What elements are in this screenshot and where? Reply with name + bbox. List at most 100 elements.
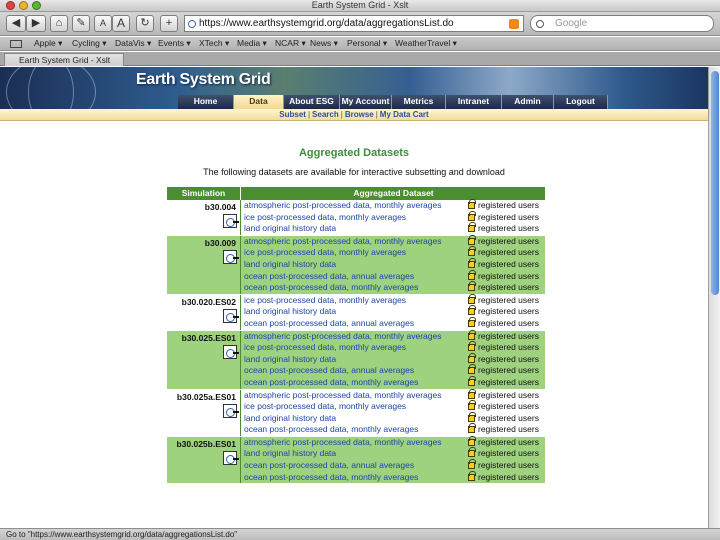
access-level: registered users: [478, 294, 539, 305]
nav-logout[interactable]: Logout: [554, 95, 608, 109]
lock-icon: [468, 281, 476, 292]
subnav-browse[interactable]: Browse: [345, 110, 374, 119]
access-level: registered users: [478, 401, 539, 412]
bookmark-news[interactable]: News ▾: [310, 37, 338, 50]
dataset-link[interactable]: ocean post-processed data, annual averag…: [244, 318, 414, 330]
dataset-link[interactable]: atmospheric post-processed data, monthly…: [244, 236, 442, 248]
bookmark-media[interactable]: Media ▾: [237, 37, 267, 50]
dataset-link[interactable]: ocean post-processed data, monthly avera…: [244, 472, 418, 484]
dataset-link[interactable]: ocean post-processed data, monthly avera…: [244, 282, 418, 294]
dataset-link[interactable]: ocean post-processed data, monthly avera…: [244, 424, 418, 436]
lock-icon: [468, 293, 476, 304]
access-level: registered users: [478, 471, 539, 482]
nav-intranet[interactable]: Intranet: [446, 95, 502, 109]
subnav-search[interactable]: Search: [312, 110, 339, 119]
dataset-link[interactable]: atmospheric post-processed data, monthly…: [244, 200, 442, 212]
table-row: b30.025.ES01 atmospheric post-processed d…: [167, 329, 545, 390]
dataset-item: land original history data registered use…: [167, 352, 545, 366]
dataset-item: ocean post-processed data, monthly avera…: [167, 375, 545, 389]
lock-icon: [468, 435, 476, 446]
lock-icon: [468, 400, 476, 411]
nav-home[interactable]: Home: [178, 95, 234, 109]
lock-icon: [468, 199, 476, 209]
dataset-item: atmospheric post-processed data, monthly…: [167, 435, 545, 449]
access-level: registered users: [478, 460, 539, 471]
lock-icon: [468, 459, 476, 470]
search-field[interactable]: Google: [530, 15, 714, 32]
bookmark-xtech[interactable]: XTech ▾: [199, 37, 229, 50]
dataset-link[interactable]: land original history data: [244, 259, 336, 271]
lock-icon: [468, 352, 476, 363]
bookmark-personal[interactable]: Personal ▾: [347, 37, 387, 50]
dataset-link[interactable]: ice post-processed data, monthly average…: [244, 295, 406, 307]
bookmark-datavis[interactable]: DataVis ▾: [115, 37, 151, 50]
dataset-link[interactable]: land original history data: [244, 354, 336, 366]
nav-admin[interactable]: Admin: [502, 95, 554, 109]
dataset-link[interactable]: land original history data: [244, 448, 336, 460]
nav-metrics[interactable]: Metrics: [392, 95, 446, 109]
access-level: registered users: [478, 448, 539, 459]
bookmark-weathertravel[interactable]: WeatherTravel ▾: [395, 37, 457, 50]
dataset-item: ocean post-processed data, annual averag…: [167, 459, 545, 472]
dataset-link[interactable]: ice post-processed data, monthly average…: [244, 212, 406, 224]
home-button[interactable]: ⌂: [50, 15, 68, 32]
add-bookmark-button[interactable]: +: [160, 15, 178, 32]
lock-icon: [468, 222, 476, 233]
dataset-link[interactable]: ocean post-processed data, annual averag…: [244, 460, 414, 472]
lock-icon: [468, 305, 476, 316]
bookmark-apple[interactable]: Apple ▾: [34, 37, 62, 50]
dataset-item: ice post-processed data, monthly average…: [167, 341, 545, 354]
nav-about-esg[interactable]: About ESG: [284, 95, 340, 109]
dataset-link[interactable]: atmospheric post-processed data, monthly…: [244, 390, 442, 402]
dataset-link[interactable]: ocean post-processed data, annual averag…: [244, 271, 414, 283]
reload-button[interactable]: ↻: [136, 15, 154, 32]
tab-earth-system-grid[interactable]: Earth System Grid - Xslt: [4, 53, 124, 66]
dataset-link[interactable]: atmospheric post-processed data, monthly…: [244, 437, 442, 449]
rss-icon[interactable]: [509, 19, 519, 29]
subnav-subset[interactable]: Subset: [279, 110, 306, 119]
subnav-my-data-cart[interactable]: My Data Cart: [380, 110, 429, 119]
dataset-link[interactable]: atmospheric post-processed data, monthly…: [244, 331, 442, 343]
back-button[interactable]: ◀: [6, 15, 26, 32]
bookmark-ncar[interactable]: NCAR ▾: [275, 37, 306, 50]
lock-icon: [468, 341, 476, 352]
text-smaller-button[interactable]: A: [94, 15, 112, 32]
bookmarks-book-icon[interactable]: [10, 40, 22, 48]
access-level: registered users: [478, 342, 539, 353]
table-row: b30.004 atmospheric post-processed data, …: [167, 199, 545, 236]
dataset-item: atmospheric post-processed data, monthly…: [167, 388, 545, 402]
address-field[interactable]: https://www.earthsystemgrid.org/data/agg…: [184, 15, 524, 32]
dataset-link[interactable]: land original history data: [244, 306, 336, 318]
dataset-link[interactable]: land original history data: [244, 223, 336, 235]
dataset-item: atmospheric post-processed data, monthly…: [167, 329, 545, 343]
lock-icon: [468, 316, 476, 327]
dataset-item: ice post-processed data, monthly average…: [167, 246, 545, 259]
lock-icon: [468, 375, 476, 386]
edit-bookmarks-button[interactable]: ✎: [72, 15, 90, 32]
text-larger-button[interactable]: A: [112, 15, 130, 32]
dataset-link[interactable]: ice post-processed data, monthly average…: [244, 247, 406, 259]
dataset-link[interactable]: ocean post-processed data, annual averag…: [244, 365, 414, 377]
dataset-link[interactable]: ice post-processed data, monthly average…: [244, 342, 406, 354]
forward-button[interactable]: ▶: [26, 15, 46, 32]
intro-text: The following datasets are available for…: [203, 167, 505, 177]
dataset-link[interactable]: land original history data: [244, 413, 336, 425]
bookmark-events[interactable]: Events ▾: [158, 37, 191, 50]
lock-icon: [468, 388, 476, 399]
bookmark-cycling[interactable]: Cycling ▾: [72, 37, 107, 50]
vertical-scrollbar[interactable]: [708, 67, 720, 528]
lock-icon: [468, 329, 476, 340]
table-body: b30.004 atmospheric post-processed data, …: [167, 199, 545, 485]
access-level: registered users: [478, 353, 539, 364]
search-icon: [536, 20, 544, 28]
scrollbar-thumb[interactable]: [711, 71, 719, 295]
nav-my-account[interactable]: My Account: [340, 95, 392, 109]
table-header: Simulation Aggregated Dataset: [167, 187, 545, 200]
lock-icon: [468, 423, 476, 434]
dataset-link[interactable]: ice post-processed data, monthly average…: [244, 401, 406, 413]
access-level: registered users: [478, 424, 539, 435]
dataset-item: land original history data registered use…: [167, 447, 545, 460]
lock-icon: [468, 364, 476, 375]
nav-data[interactable]: Data: [234, 95, 284, 109]
dataset-link[interactable]: ocean post-processed data, monthly avera…: [244, 377, 418, 389]
